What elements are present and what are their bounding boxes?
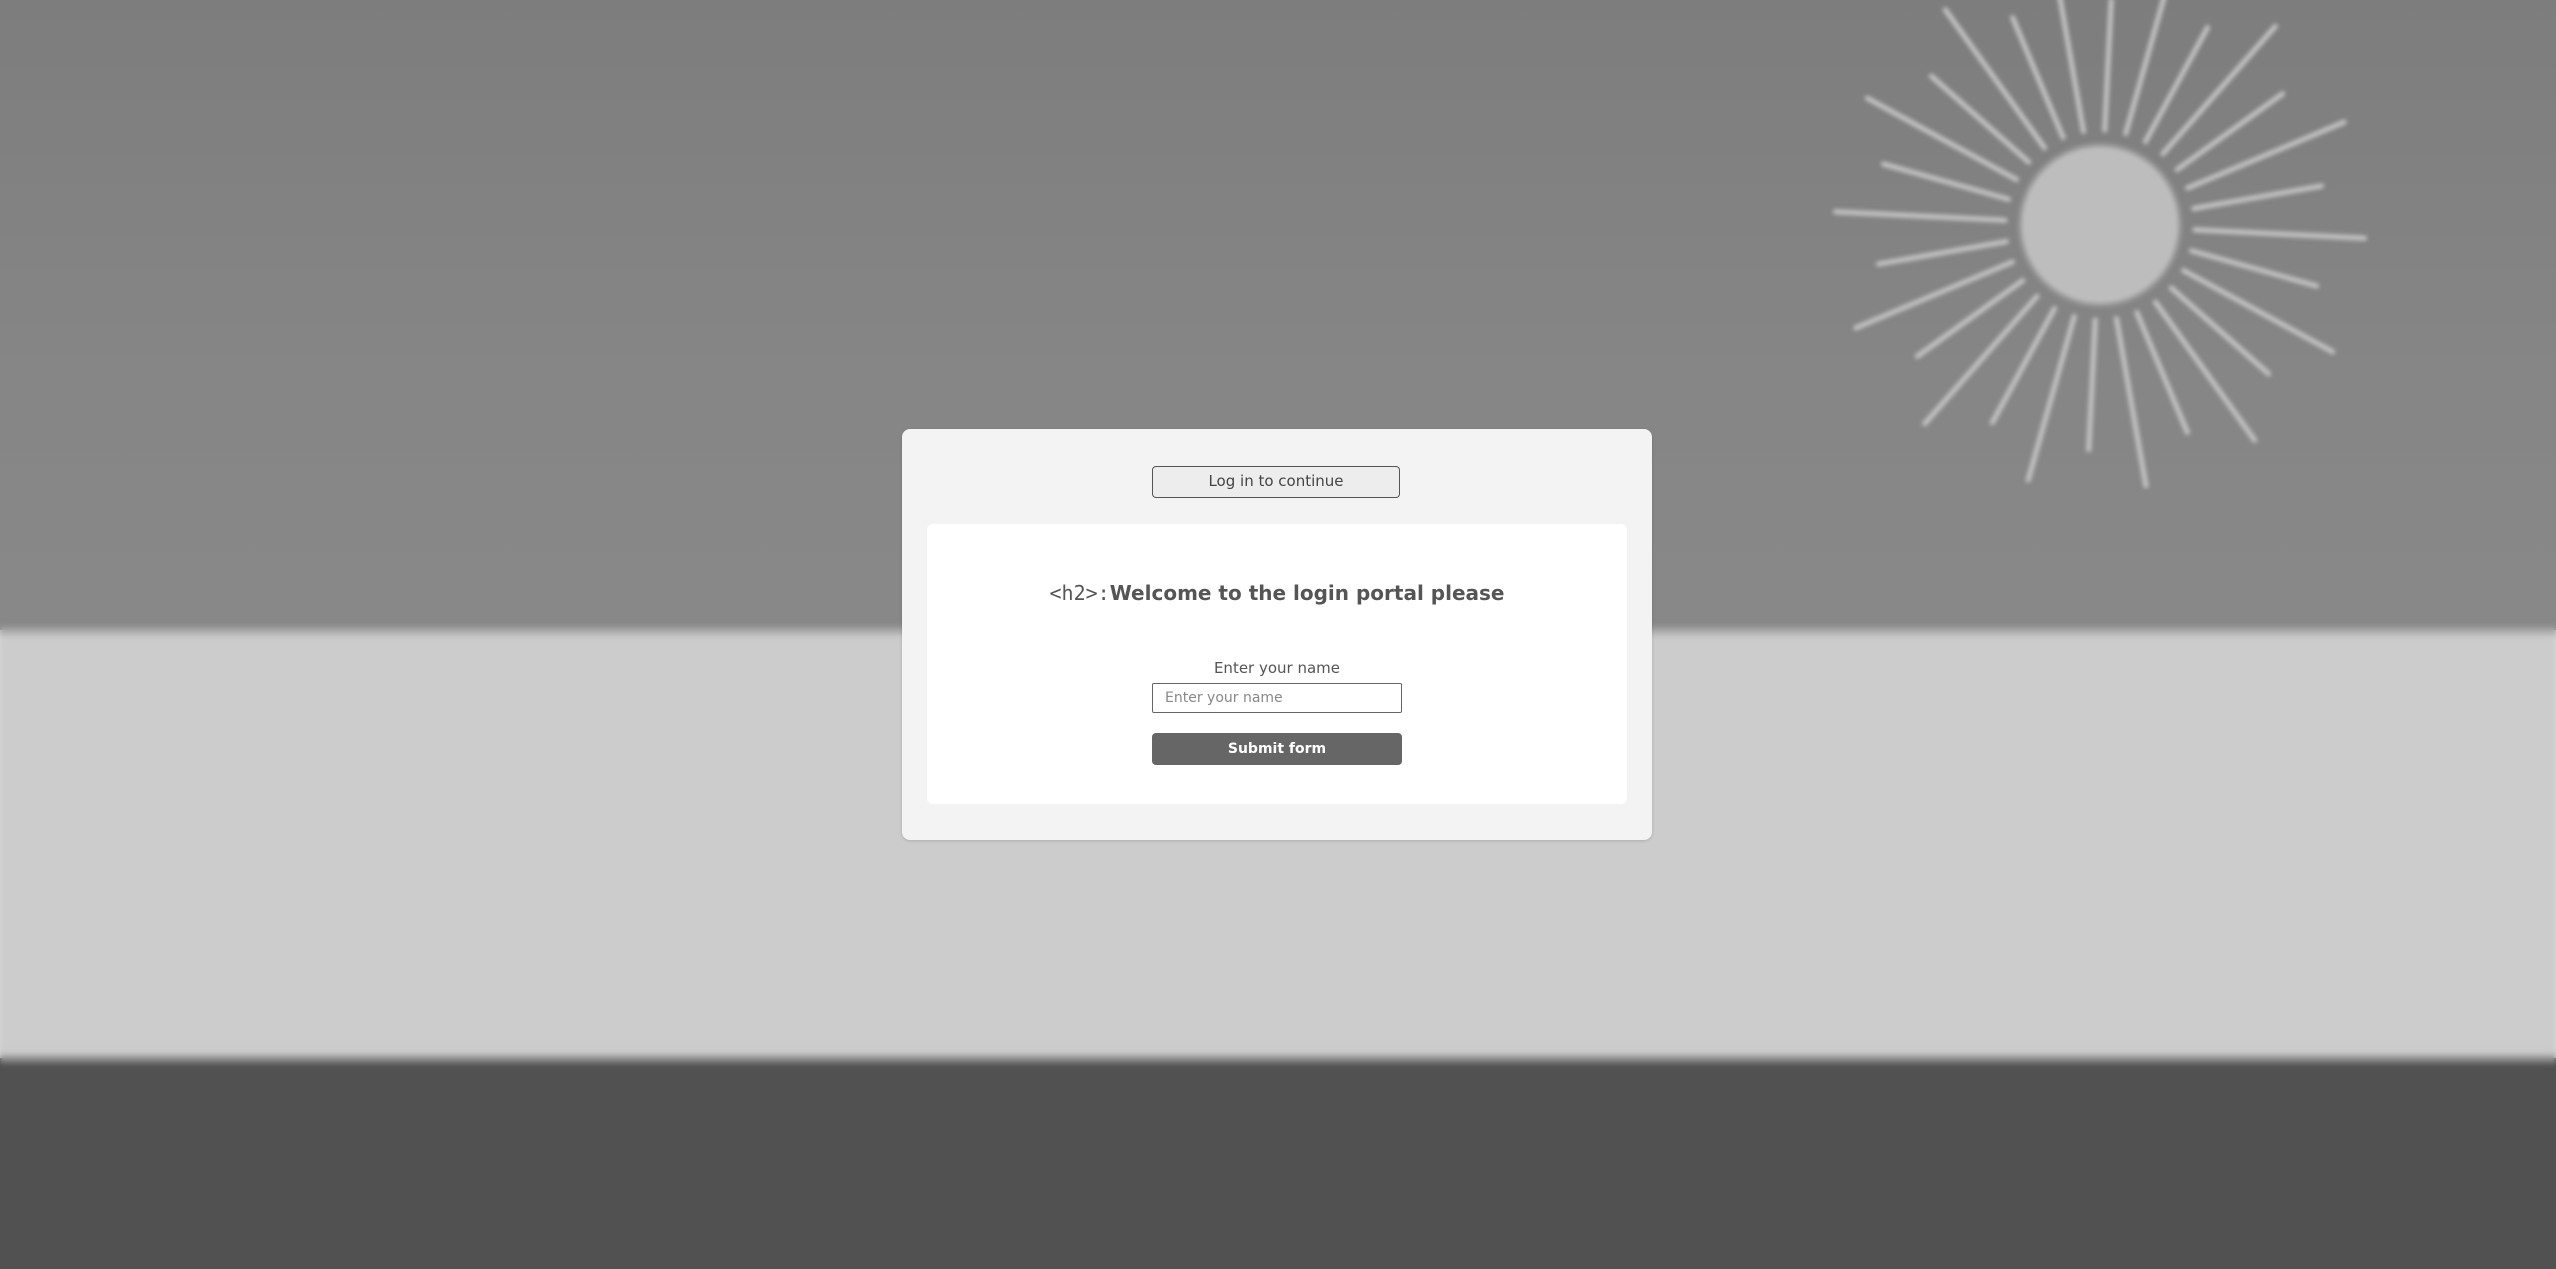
- page-title: <h2>:Welcome to the login portal please: [987, 580, 1567, 607]
- heading-text: Welcome to the login portal please: [1109, 581, 1505, 605]
- floor-edge: [0, 1052, 2556, 1066]
- submit-button[interactable]: Submit form: [1152, 733, 1402, 765]
- sun-icon: [1832, 0, 2368, 489]
- login-card: Log in to continue <h2>:Welcome to the l…: [902, 429, 1652, 840]
- heading-prefix: <h2>:: [1049, 581, 1110, 605]
- form-panel: <h2>:Welcome to the login portal please …: [927, 524, 1627, 804]
- name-label: Enter your name: [1213, 659, 1341, 677]
- page-background: Log in to continue <h2>:Welcome to the l…: [0, 0, 2556, 1269]
- floor-band: [0, 1058, 2556, 1269]
- status-badge: Log in to continue: [1152, 466, 1400, 498]
- name-input[interactable]: [1152, 683, 1402, 713]
